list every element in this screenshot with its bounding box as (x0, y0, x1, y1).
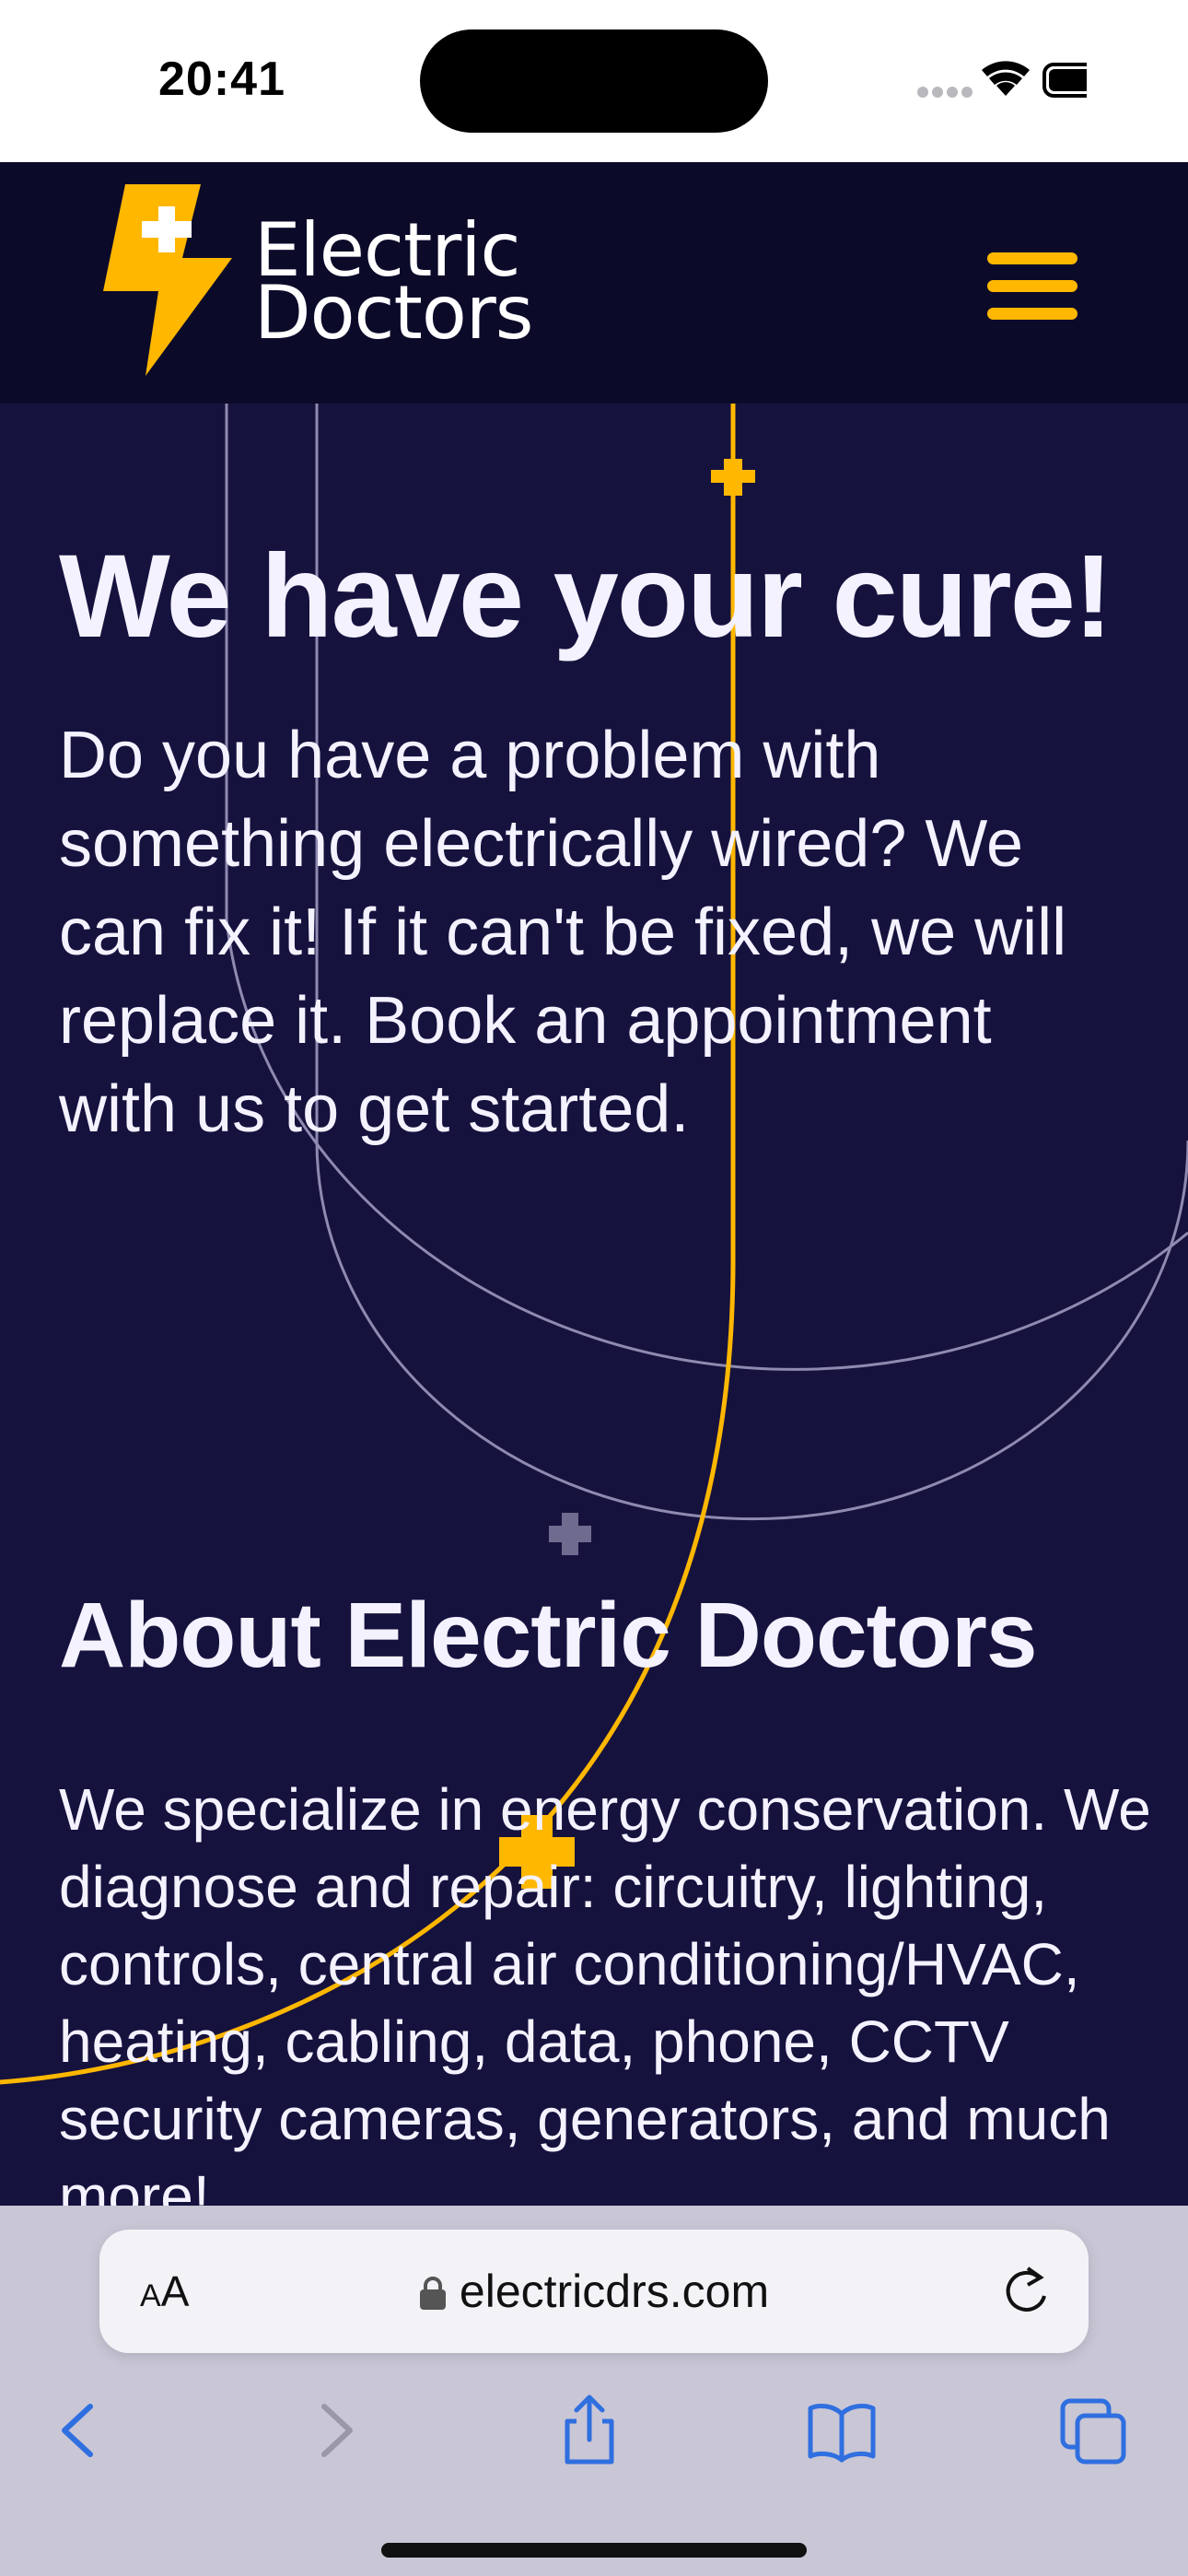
hamburger-line (987, 252, 1077, 264)
plus-grey-icon (549, 1513, 591, 1555)
about-title: About Electric Doctors (59, 1584, 1037, 1687)
status-icons (810, 55, 1107, 101)
share-icon[interactable] (553, 2394, 626, 2467)
plus-small-icon (711, 459, 755, 496)
battery-icon (1042, 63, 1107, 98)
back-icon[interactable] (42, 2394, 116, 2467)
tabs-icon[interactable] (1057, 2394, 1131, 2467)
cellular-signal-icon (917, 87, 973, 98)
lock-icon (419, 2277, 446, 2310)
about-text: We specialize in energy conservation. We… (59, 1776, 1151, 2230)
forward-icon[interactable] (298, 2394, 372, 2467)
home-indicator (381, 2543, 807, 2558)
site-header: Electric Doctors (0, 162, 1188, 404)
hero-title: We have your cure! (59, 531, 1112, 662)
logo-wordmark[interactable]: Electric Doctors (254, 214, 567, 356)
hamburger-menu-button[interactable] (987, 252, 1079, 321)
status-bar: 20:41 (0, 0, 1188, 162)
hamburger-line (987, 308, 1077, 320)
logo-line-2: Doctors (254, 270, 533, 356)
status-time: 20:41 (158, 53, 285, 106)
wifi-icon (982, 61, 1030, 96)
logo-bolt-icon[interactable] (98, 182, 232, 376)
address-bar[interactable]: AA electricdrs.com (99, 2230, 1089, 2353)
url-text: electricdrs.com (459, 2266, 770, 2317)
hamburger-line (987, 280, 1077, 292)
dynamic-island (420, 29, 768, 133)
hero-text: Do you have a problem with something ele… (59, 719, 1067, 1146)
bookmarks-icon[interactable] (805, 2394, 879, 2467)
browser-toolbar: AA electricdrs.com (0, 2206, 1188, 2576)
reload-icon[interactable] (1000, 2265, 1052, 2318)
url-display[interactable]: electricdrs.com (99, 2265, 1089, 2318)
